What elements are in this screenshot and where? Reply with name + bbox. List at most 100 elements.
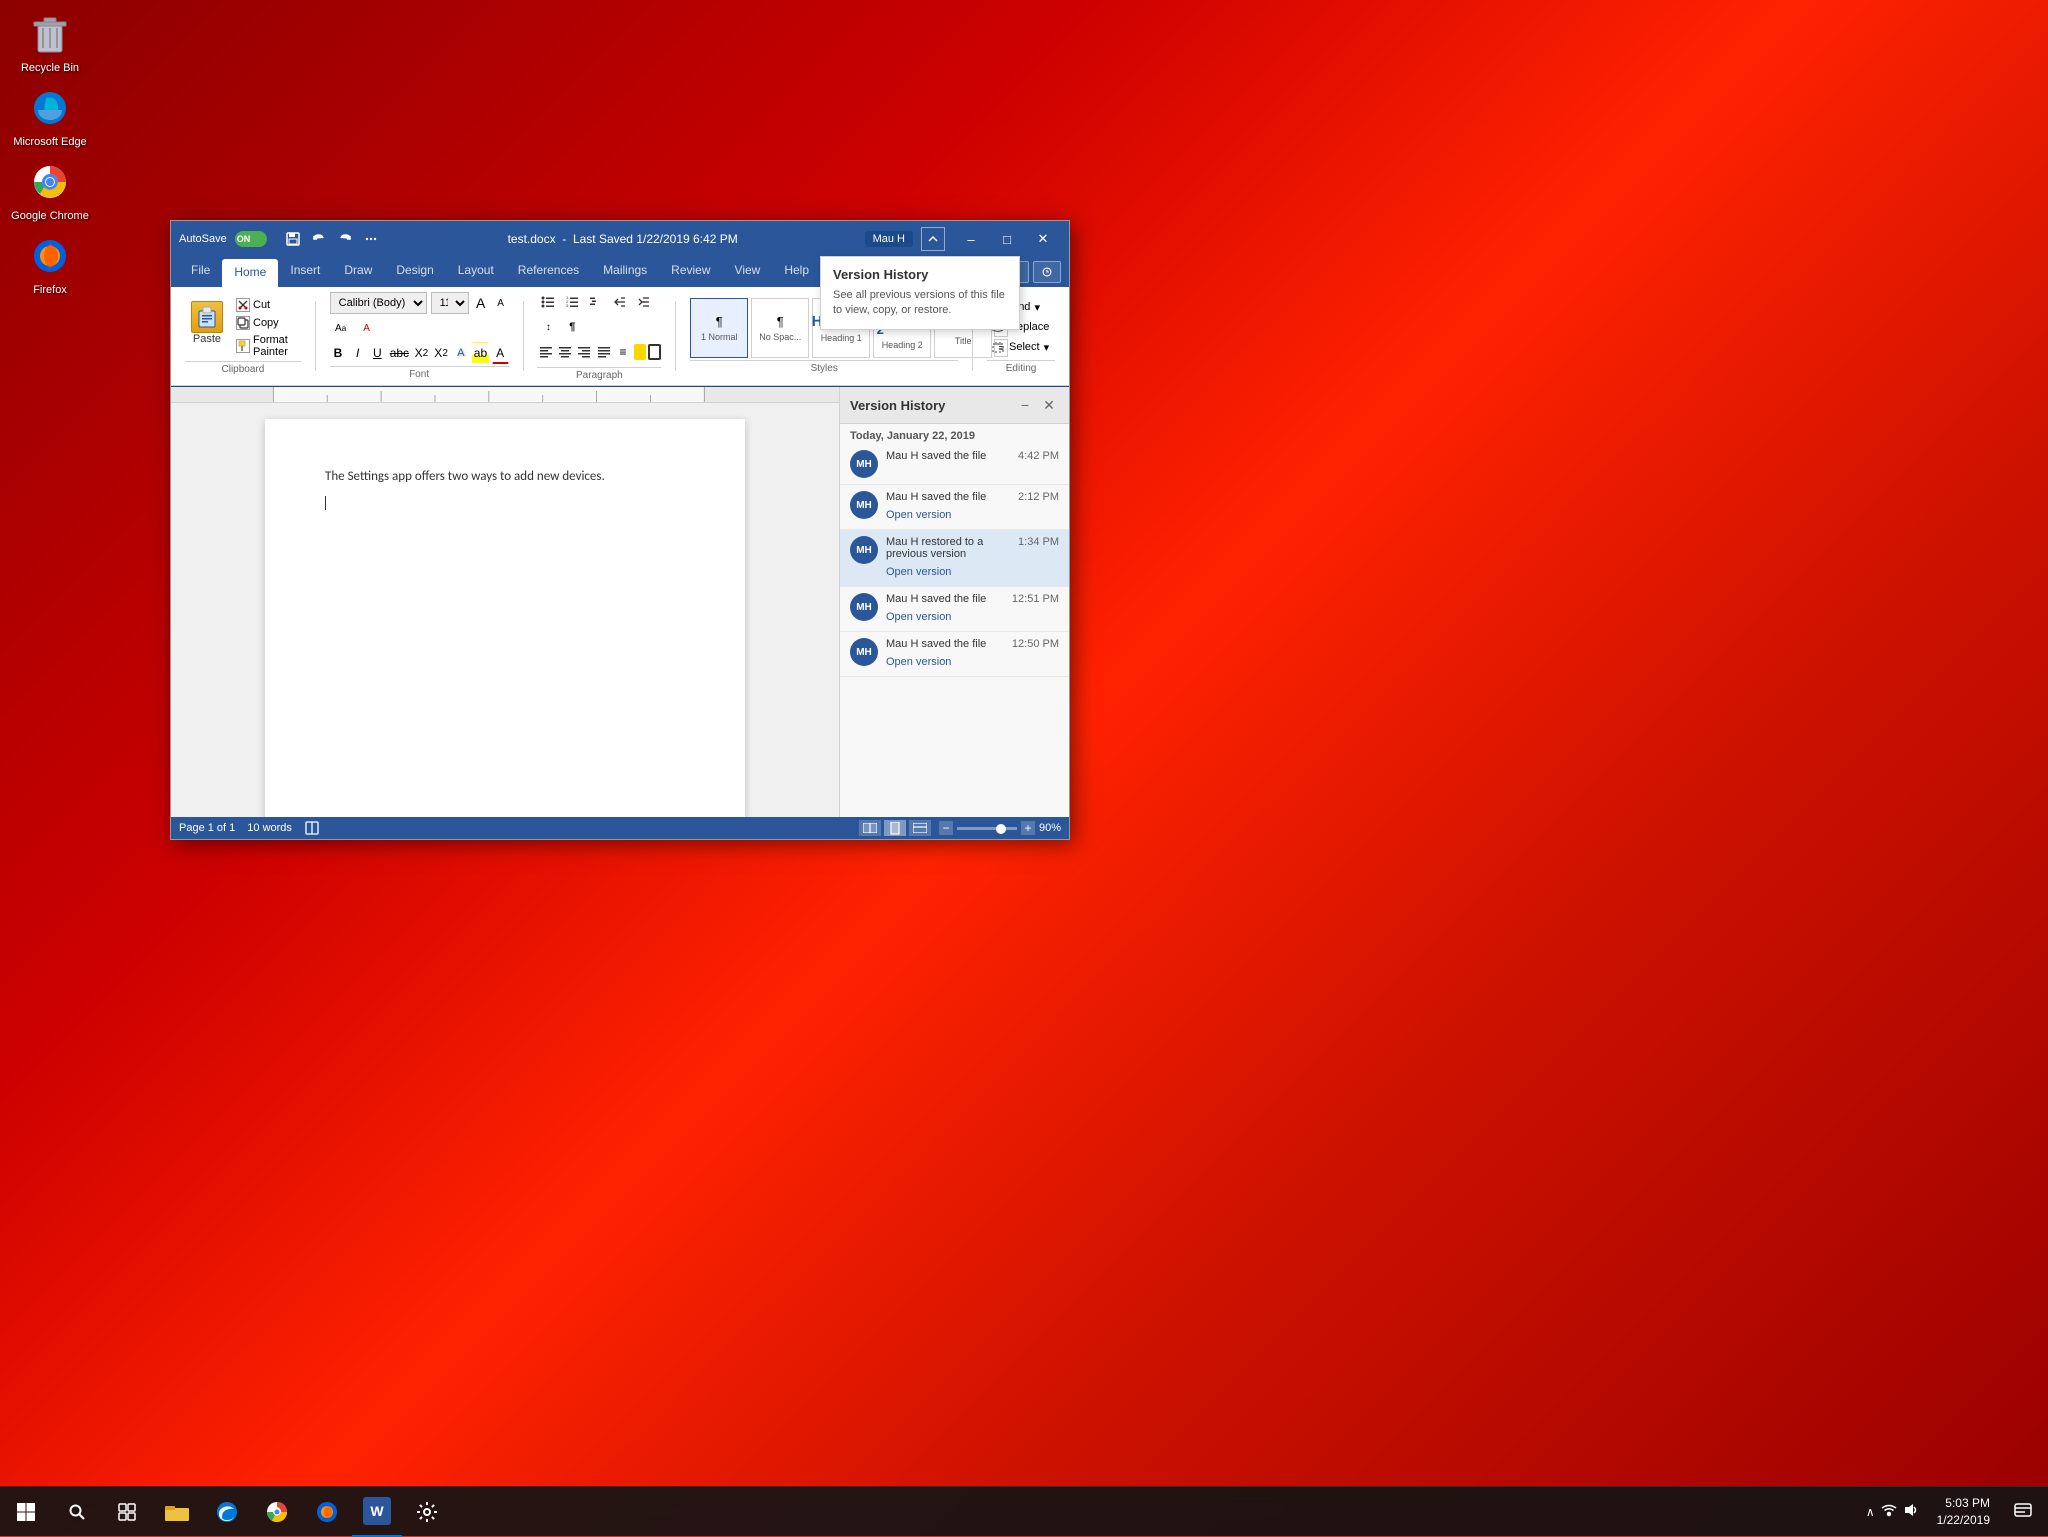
paste-button[interactable]: Paste	[185, 297, 229, 349]
taskbar-file-explorer[interactable]	[152, 1487, 202, 1537]
undo-icon[interactable]	[309, 229, 329, 249]
justify-btn[interactable]	[595, 341, 612, 363]
border-btn[interactable]	[648, 344, 661, 360]
style-no-spacing[interactable]: ¶ No Spac...	[751, 298, 809, 358]
redo-icon[interactable]	[335, 229, 355, 249]
volume-icon[interactable]	[1903, 1502, 1919, 1521]
style-normal-preview: ¶	[716, 314, 723, 330]
decrease-font-btn[interactable]: A	[493, 292, 509, 314]
highlight-btn[interactable]: ab	[472, 342, 489, 364]
version-history-ribbon-button[interactable]	[1033, 261, 1061, 283]
firefox-icon-desktop[interactable]: Firefox	[10, 232, 90, 296]
version-link-4[interactable]: Open version	[886, 611, 951, 623]
decrease-indent-btn[interactable]	[609, 291, 631, 313]
doc-page[interactable]: The Settings app offers two ways to add …	[265, 419, 745, 817]
subscript-btn[interactable]: X2	[413, 342, 430, 364]
version-entry-2[interactable]: MH Mau H saved the file Open version 2:1…	[840, 485, 1069, 530]
read-mode-btn[interactable]	[859, 820, 881, 836]
zoom-slider[interactable]	[957, 827, 1017, 830]
taskbar-clock[interactable]: 5:03 PM 1/22/2019	[1927, 1495, 2000, 1529]
format-painter-button[interactable]: Format Painter	[233, 333, 301, 359]
version-history-close-btn[interactable]: ✕	[1039, 395, 1059, 415]
version-link-3[interactable]: Open version	[886, 566, 951, 578]
start-button[interactable]	[0, 1487, 52, 1537]
save-icon[interactable]	[283, 229, 303, 249]
taskbar-word[interactable]: W	[352, 1487, 402, 1537]
font-size-select[interactable]: 11	[431, 292, 469, 314]
text-effects-btn[interactable]: A	[452, 342, 469, 364]
superscript-btn[interactable]: X2	[433, 342, 450, 364]
zoom-in-btn[interactable]: +	[1021, 821, 1035, 835]
align-center-btn[interactable]	[557, 341, 574, 363]
strikethrough-btn[interactable]: abc	[389, 342, 410, 364]
taskbar-settings[interactable]	[402, 1487, 452, 1537]
bullets-btn[interactable]	[537, 291, 559, 313]
version-entry-5[interactable]: MH Mau H saved the file Open version 12:…	[840, 632, 1069, 677]
taskbar-edge[interactable]	[202, 1487, 252, 1537]
print-layout-btn[interactable]	[884, 820, 906, 836]
select-button[interactable]: Select ▾	[987, 338, 1055, 356]
chrome-icon-desktop[interactable]: Google Chrome	[10, 158, 90, 222]
tab-layout[interactable]: Layout	[446, 257, 506, 287]
taskbar-firefox[interactable]	[302, 1487, 352, 1537]
tab-mailings[interactable]: Mailings	[591, 257, 659, 287]
font-color-btn2[interactable]: A	[492, 342, 509, 364]
sort-btn[interactable]: ↕	[537, 316, 559, 338]
version-entry-1[interactable]: MH Mau H saved the file 4:42 PM	[840, 444, 1069, 485]
doc-text[interactable]: The Settings app offers two ways to add …	[325, 467, 685, 487]
version-entry-4[interactable]: MH Mau H saved the file Open version 12:…	[840, 587, 1069, 632]
numbering-btn[interactable]: 1. 2. 3.	[561, 291, 583, 313]
notification-center-btn[interactable]	[2008, 1487, 2038, 1537]
line-spacing-btn[interactable]: ≡	[614, 341, 631, 363]
font-color-btn[interactable]: A	[356, 317, 378, 339]
word-taskbar-icon: W	[363, 1497, 391, 1525]
align-left-btn[interactable]	[537, 341, 554, 363]
tab-home[interactable]: Home	[222, 259, 278, 287]
zoom-out-btn[interactable]: −	[939, 821, 953, 835]
ribbon-collapse-btn[interactable]	[921, 227, 945, 251]
show-formatting-btn[interactable]: ¶	[561, 316, 583, 338]
show-hidden-icons-btn[interactable]: ∧	[1866, 1505, 1875, 1519]
style-normal[interactable]: ¶ 1 Normal	[690, 298, 748, 358]
style-nospacing-preview: ¶	[777, 314, 784, 330]
taskbar-chrome[interactable]	[252, 1487, 302, 1537]
version-link-2[interactable]: Open version	[886, 509, 951, 521]
increase-indent-btn[interactable]	[633, 291, 655, 313]
recycle-bin-icon[interactable]: Recycle Bin	[10, 10, 90, 74]
multilevel-list-btn[interactable]	[585, 291, 607, 313]
doc-content[interactable]: The Settings app offers two ways to add …	[171, 403, 839, 817]
taskbar-search-btn[interactable]	[52, 1487, 102, 1537]
version-link-5[interactable]: Open version	[886, 656, 951, 668]
more-icon[interactable]	[361, 229, 381, 249]
maximize-button[interactable]: □	[989, 221, 1025, 257]
cut-button[interactable]: Cut	[233, 297, 301, 313]
version-entry-3[interactable]: MH Mau H restored to a previous version …	[840, 530, 1069, 587]
tab-file[interactable]: File	[179, 257, 222, 287]
copy-button[interactable]: Copy	[233, 315, 301, 331]
network-icon[interactable]	[1881, 1502, 1897, 1521]
user-name: Mau H	[865, 231, 913, 247]
underline-button[interactable]: U	[369, 342, 386, 364]
tab-design[interactable]: Design	[384, 257, 445, 287]
align-right-btn[interactable]	[576, 341, 593, 363]
tab-help[interactable]: Help	[772, 257, 821, 287]
firefox-taskbar-icon	[316, 1501, 338, 1523]
tab-view[interactable]: View	[723, 257, 773, 287]
increase-font-btn[interactable]: A	[473, 292, 489, 314]
bold-button[interactable]: B	[330, 342, 347, 364]
close-button[interactable]: ✕	[1025, 221, 1061, 257]
tab-review[interactable]: Review	[659, 257, 722, 287]
tab-draw[interactable]: Draw	[332, 257, 384, 287]
tab-insert[interactable]: Insert	[278, 257, 332, 287]
taskbar-taskview-btn[interactable]	[102, 1487, 152, 1537]
tab-references[interactable]: References	[506, 257, 591, 287]
italic-button[interactable]: I	[349, 342, 366, 364]
minimize-button[interactable]: –	[953, 221, 989, 257]
edge-icon-desktop[interactable]: Microsoft Edge	[10, 84, 90, 148]
font-name-select[interactable]: Calibri (Body)	[330, 292, 427, 314]
version-history-minimize-btn[interactable]: −	[1015, 395, 1035, 415]
web-layout-btn[interactable]	[909, 820, 931, 836]
clear-format-btn[interactable]: Aa	[330, 317, 352, 339]
autosave-toggle[interactable]: ON	[235, 231, 267, 247]
shading-btn[interactable]	[634, 344, 647, 360]
